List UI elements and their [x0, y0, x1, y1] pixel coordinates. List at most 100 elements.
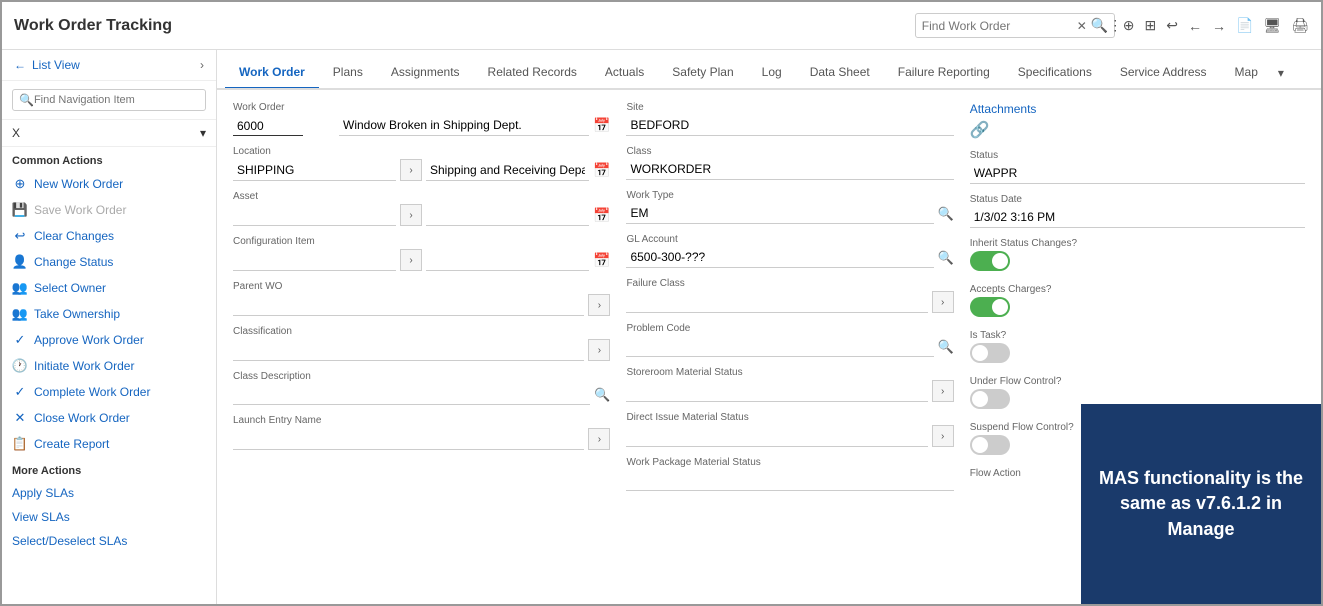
- clock-icon: 🕐: [12, 358, 28, 374]
- tab-assignments[interactable]: Assignments: [377, 57, 474, 90]
- direct-issue-input[interactable]: [626, 426, 927, 447]
- attachments-link[interactable]: Attachments: [970, 102, 1037, 116]
- search-box[interactable]: ✕ 🔍 ⋮: [915, 13, 1115, 38]
- tab-actuals[interactable]: Actuals: [591, 57, 658, 90]
- sidebar-collapse-icon[interactable]: ›: [200, 58, 204, 72]
- asset-calendar-icon[interactable]: 📅: [593, 207, 610, 224]
- search-input[interactable]: [922, 19, 1077, 33]
- search-clear-icon[interactable]: ✕: [1077, 19, 1087, 33]
- sidebar-item-new-work-order[interactable]: ⊕ New Work Order: [2, 171, 216, 197]
- sidebar-item-complete-work-order[interactable]: ✓ Complete Work Order: [2, 379, 216, 405]
- class-input[interactable]: [626, 159, 953, 180]
- sidebar-item-initiate-work-order[interactable]: 🕐 Initiate Work Order: [2, 353, 216, 379]
- location-calendar-icon[interactable]: 📅: [593, 162, 610, 179]
- classification-arrow-button[interactable]: ›: [588, 339, 610, 361]
- print-icon[interactable]: 🖨: [1291, 17, 1309, 34]
- nav-search-box[interactable]: 🔍: [12, 89, 206, 111]
- launch-entry-input[interactable]: [233, 429, 584, 450]
- search-options-icon[interactable]: ⋮: [1108, 17, 1122, 34]
- problem-code-search-icon[interactable]: 🔍: [938, 339, 954, 355]
- print-preview-icon[interactable]: 🖥: [1263, 17, 1281, 34]
- work-type-input[interactable]: [626, 203, 933, 224]
- storeroom-material-arrow-button[interactable]: ›: [932, 380, 954, 402]
- gl-account-input[interactable]: [626, 247, 933, 268]
- work-type-field-group: Work Type 🔍: [626, 190, 953, 224]
- inherit-status-toggle[interactable]: [970, 251, 1010, 271]
- work-order-desc-input[interactable]: [339, 115, 589, 136]
- direct-issue-arrow-button[interactable]: ›: [932, 425, 954, 447]
- config-item-desc-input[interactable]: [426, 250, 589, 271]
- parent-wo-arrow-button[interactable]: ›: [588, 294, 610, 316]
- sidebar-item-create-report[interactable]: 📋 Create Report: [2, 431, 216, 457]
- document-icon[interactable]: 📄: [1236, 17, 1253, 34]
- paperclip-icon[interactable]: 🔗: [970, 122, 990, 139]
- tab-work-order[interactable]: Work Order: [225, 57, 319, 90]
- tab-safety-plan[interactable]: Safety Plan: [658, 57, 747, 90]
- gl-account-search-icon[interactable]: 🔍: [938, 250, 954, 266]
- work-package-input[interactable]: [626, 470, 953, 491]
- sidebar-item-apply-slas[interactable]: Apply SLAs: [2, 481, 216, 505]
- asset-desc-input[interactable]: [426, 205, 589, 226]
- is-task-toggle[interactable]: [970, 343, 1010, 363]
- tab-log[interactable]: Log: [748, 57, 796, 90]
- problem-code-input[interactable]: [626, 336, 933, 357]
- asset-input[interactable]: [233, 205, 396, 226]
- wo-header-row: 📅: [233, 115, 610, 136]
- tab-failure-reporting[interactable]: Failure Reporting: [884, 57, 1004, 90]
- work-order-number-input[interactable]: [233, 116, 303, 136]
- classification-input[interactable]: [233, 340, 584, 361]
- tab-map[interactable]: Map: [1221, 57, 1272, 90]
- under-flow-toggle[interactable]: [970, 389, 1010, 409]
- class-desc-search-icon[interactable]: 🔍: [594, 387, 610, 403]
- sidebar-item-view-slas[interactable]: View SLAs: [2, 505, 216, 529]
- sidebar-item-take-ownership[interactable]: 👥 Take Ownership: [2, 301, 216, 327]
- sidebar-item-change-status[interactable]: 👤 Change Status: [2, 249, 216, 275]
- storeroom-material-input[interactable]: [626, 381, 927, 402]
- forward-icon[interactable]: →: [1212, 18, 1226, 34]
- location-arrow-button[interactable]: ›: [400, 159, 422, 181]
- suspend-flow-toggle[interactable]: [970, 435, 1010, 455]
- status-input[interactable]: [970, 163, 1305, 184]
- nav-search-input[interactable]: [34, 94, 199, 106]
- add-icon[interactable]: ⊕: [1123, 17, 1135, 34]
- location-desc-input[interactable]: [426, 160, 589, 181]
- sidebar-item-clear-changes[interactable]: ↩ Clear Changes: [2, 223, 216, 249]
- sidebar-item-select-owner[interactable]: 👥 Select Owner: [2, 275, 216, 301]
- parent-wo-input[interactable]: [233, 295, 584, 316]
- wo-desc-row: 📅: [339, 115, 610, 136]
- grid-icon[interactable]: ⊞: [1145, 17, 1157, 34]
- config-item-calendar-icon[interactable]: 📅: [593, 252, 610, 269]
- sidebar-item-select-deselect-slas[interactable]: Select/Deselect SLAs: [2, 529, 216, 553]
- site-input[interactable]: [626, 115, 953, 136]
- class-desc-input[interactable]: [233, 384, 590, 405]
- accepts-charges-toggle[interactable]: [970, 297, 1010, 317]
- calendar-icon[interactable]: 📅: [593, 117, 610, 134]
- tab-more-icon[interactable]: ▾: [1272, 58, 1290, 88]
- sidebar-item-approve-work-order[interactable]: ✓ Approve Work Order: [2, 327, 216, 353]
- under-flow-label: Under Flow Control?: [970, 376, 1305, 387]
- location-code-input[interactable]: [233, 160, 396, 181]
- asset-arrow-button[interactable]: ›: [400, 204, 422, 226]
- undo-icon[interactable]: ↩: [1166, 17, 1178, 34]
- sidebar-item-close-work-order[interactable]: ✕ Close Work Order: [2, 405, 216, 431]
- sidebar-dropdown[interactable]: X ▾: [2, 120, 216, 147]
- back-icon[interactable]: ←: [1188, 18, 1202, 34]
- status-date-label: Status Date: [970, 194, 1305, 205]
- tab-related-records[interactable]: Related Records: [474, 57, 591, 90]
- config-item-arrow-button[interactable]: ›: [400, 249, 422, 271]
- work-type-search-icon[interactable]: 🔍: [938, 206, 954, 222]
- config-item-field-group: Configuration Item › 📅: [233, 236, 610, 271]
- tab-plans[interactable]: Plans: [319, 57, 377, 90]
- failure-class-input[interactable]: [626, 292, 927, 313]
- list-view-link[interactable]: ← List View: [14, 58, 80, 72]
- classification-label: Classification: [233, 326, 610, 337]
- search-icon[interactable]: 🔍: [1091, 17, 1108, 34]
- config-item-input[interactable]: [233, 250, 396, 271]
- tab-service-address[interactable]: Service Address: [1106, 57, 1221, 90]
- failure-class-arrow-button[interactable]: ›: [932, 291, 954, 313]
- inherit-status-toggle-container: [970, 251, 1305, 274]
- tab-data-sheet[interactable]: Data Sheet: [796, 57, 884, 90]
- status-date-input[interactable]: [970, 207, 1305, 228]
- launch-entry-arrow-button[interactable]: ›: [588, 428, 610, 450]
- tab-specifications[interactable]: Specifications: [1004, 57, 1106, 90]
